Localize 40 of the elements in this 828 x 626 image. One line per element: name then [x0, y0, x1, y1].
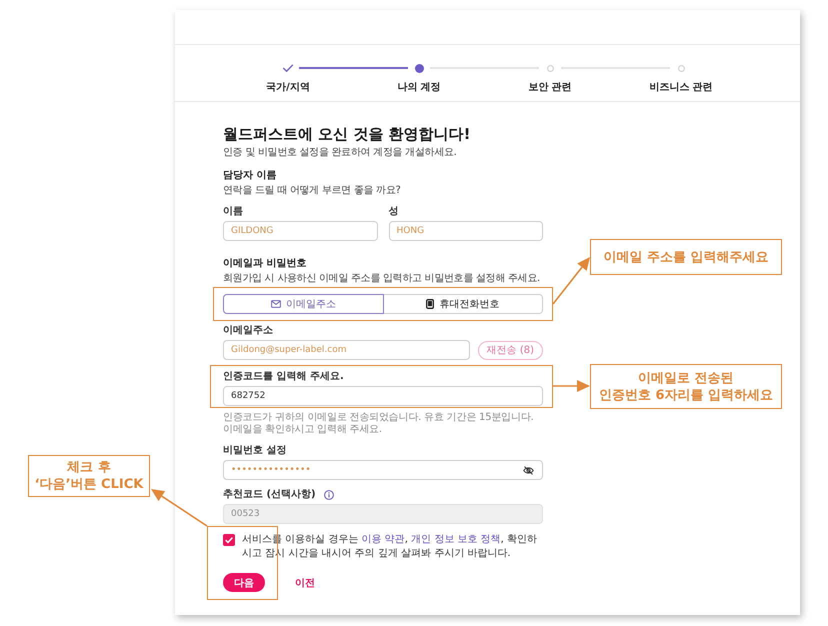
- name-input[interactable]: HONG: [388, 221, 543, 241]
- step-label: 비즈니스 관련: [649, 82, 713, 93]
- field-label: 추천코드 (선택사항): [223, 488, 316, 501]
- resend-button[interactable]: 재전송 (8): [478, 340, 543, 360]
- email-input[interactable]: Gildong@super-label.com: [223, 340, 470, 360]
- policy-link[interactable]: 개인 정보 보호 정책: [411, 534, 501, 545]
- field-label: 비밀번호 설정: [223, 444, 286, 457]
- step-label: 국가/지역: [266, 82, 310, 93]
- checkbox[interactable]: [223, 534, 235, 546]
- page-title: 월드퍼스트에 오신 것을 환영합니다!: [223, 124, 471, 144]
- next-button[interactable]: 다음: [223, 573, 265, 592]
- callout-label: 이메일 주소를 입력해주세요: [590, 239, 782, 275]
- policy-link[interactable]: 이용 약관: [362, 534, 405, 545]
- section-description: 회원가입 시 사용하신 이메일 주소를 입력하고 비밀번호를 설정해 주세요.: [223, 272, 540, 285]
- method-tab[interactable]: 휴대전화번호: [384, 294, 543, 314]
- name-input[interactable]: GILDONG: [223, 221, 378, 241]
- eye-slash-icon[interactable]: [523, 466, 534, 474]
- password-input[interactable]: •••••••••••••••: [223, 460, 543, 480]
- step-label: 나의 계정: [397, 82, 441, 93]
- back-link[interactable]: 이전: [295, 576, 315, 590]
- callout-label: 체크 후 ‘다음’버튼 CLICK: [28, 455, 150, 497]
- callout-label: 이메일로 전송된 인증번호 6자리를 입력하세요: [590, 364, 782, 409]
- callout-arrow: [553, 380, 590, 392]
- page-subtitle: 인증 및 비밀번호 설정을 완료하여 계정을 개설하세요.: [223, 146, 457, 159]
- callout-arrow: [552, 257, 590, 304]
- method-tab[interactable]: 이메일주소: [223, 294, 384, 314]
- field-hint: 인증코드가 귀하의 이메일로 전송되었습니다. 유효 기간은 15분입니다. 이메일을 확인하시고 입력해 주세요.: [223, 412, 535, 436]
- section-heading: 이메일과 비밀번호: [223, 257, 306, 270]
- field-label: 인증코드를 입력해 주세요.: [223, 370, 344, 383]
- section-heading: 담당자 이름: [223, 169, 276, 182]
- phone-icon: [426, 299, 434, 309]
- field-label: 이메일주소: [223, 324, 273, 337]
- callout-arrow: [151, 489, 208, 527]
- info-icon[interactable]: [324, 490, 334, 500]
- verification-code-input[interactable]: 682752: [223, 386, 543, 406]
- step-label: 보안 관련: [528, 82, 572, 93]
- section-description: 연락을 드릴 때 어떻게 부르면 좋을 까요?: [223, 184, 400, 197]
- envelope-icon: [270, 300, 281, 308]
- field-label: 성: [388, 205, 398, 218]
- field-label: 이름: [223, 205, 243, 218]
